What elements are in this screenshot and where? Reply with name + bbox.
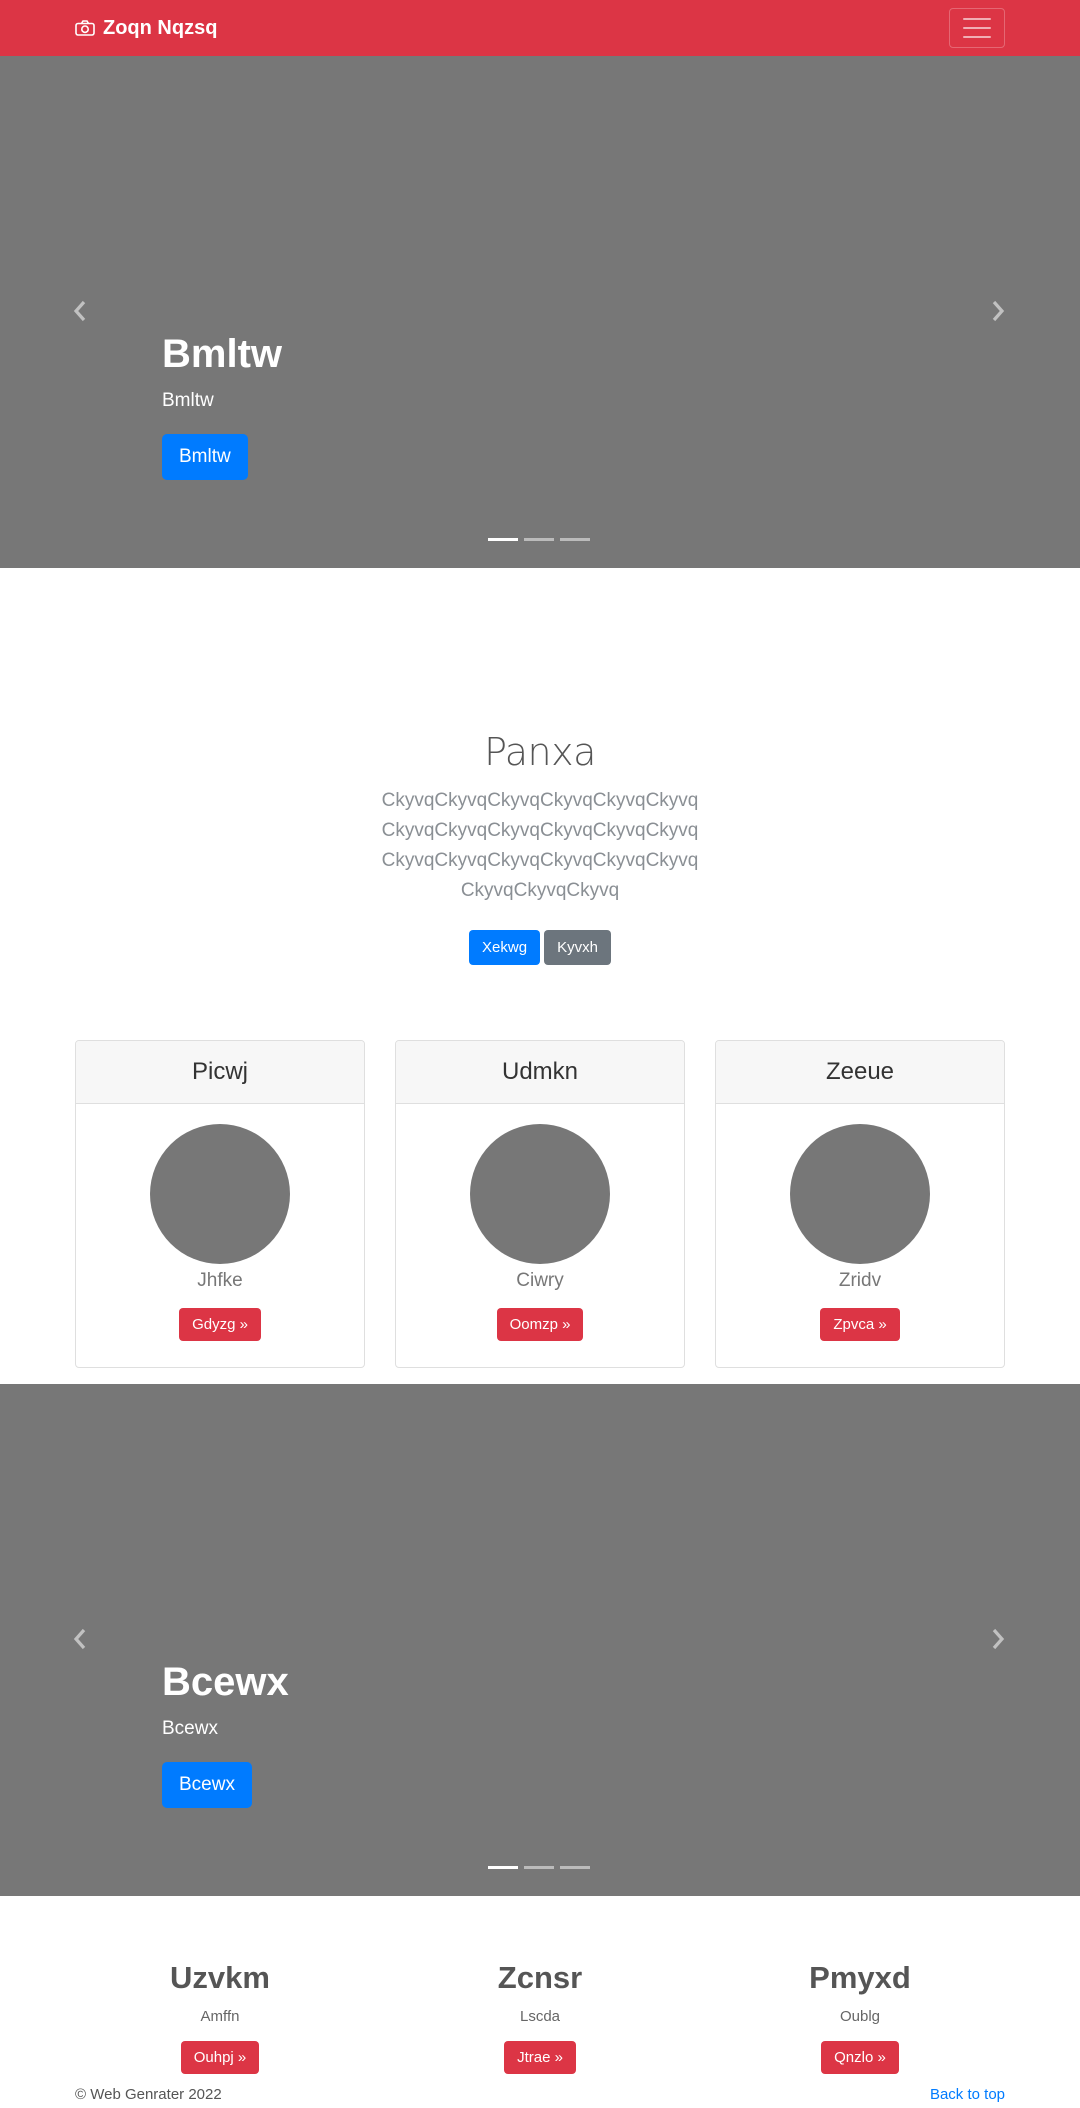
chevron-right-icon <box>992 1628 1005 1650</box>
column-title: Zcnsr <box>497 1960 583 1995</box>
carousel-title: Bmltw <box>162 332 282 376</box>
secondary-button[interactable]: Kyvxh <box>544 930 611 965</box>
carousel-indicator-3[interactable] <box>560 1866 590 1869</box>
feature-column-1: Uzvkm Amffn Ouhpj » <box>70 1960 370 2074</box>
card-header: Zeeue <box>716 1041 1004 1104</box>
card-header: Udmkn <box>396 1041 684 1104</box>
carousel-caption: Bcewx Bcewx Bcewx <box>162 1658 289 1808</box>
hamburger-icon <box>963 18 991 38</box>
carousel-indicator-2[interactable] <box>524 1866 554 1869</box>
card-button[interactable]: Oomzp » <box>496 1308 584 1341</box>
feature-column-3: Pmyxd Oublg Qnzlo » <box>710 1960 1010 2074</box>
card-name: Ciwry <box>516 1270 564 1291</box>
carousel-next-button[interactable] <box>988 1626 1008 1652</box>
card-name: Jhfke <box>197 1270 243 1291</box>
carousel-indicator-1[interactable] <box>488 1866 518 1869</box>
column-title: Uzvkm <box>170 1960 270 1995</box>
chevron-right-icon <box>992 300 1005 322</box>
card-button[interactable]: Gdyzg » <box>179 1308 261 1341</box>
carousel-title: Bcewx <box>162 1660 289 1704</box>
column-text: Lscda <box>519 2008 561 2025</box>
footer-copyright: © Web Genrater 2022 <box>75 2086 222 2103</box>
card-header: Picwj <box>76 1041 364 1104</box>
card-name: Zridv <box>838 1270 882 1291</box>
carousel-indicator-2[interactable] <box>524 538 554 541</box>
back-to-top-link[interactable]: Back to top <box>930 2086 1005 2103</box>
card-button[interactable]: Zpvca » <box>820 1308 900 1341</box>
feature-column-2: Zcnsr Lscda Jtrae » <box>390 1960 690 2074</box>
primary-button[interactable]: Xekwg <box>469 930 541 965</box>
carousel-subtitle: Bcewx <box>162 1718 218 1739</box>
avatar <box>470 1124 610 1264</box>
jumbotron-lead: CkyvqCkyvqCkyvqCkyvqCkyvqCkyvqCkyvqCkyvq… <box>381 790 699 901</box>
column-button[interactable]: Jtrae » <box>504 2041 576 2074</box>
brand-name: Zoqn Nqzsq <box>103 16 218 39</box>
chevron-left-icon <box>73 300 86 322</box>
carousel-cta-button[interactable]: Bmltw <box>162 434 248 480</box>
column-text: Amffn <box>200 2008 240 2025</box>
carousel-indicator-3[interactable] <box>560 538 590 541</box>
carousel-prev-button[interactable] <box>70 298 90 324</box>
carousel-indicators <box>488 1866 590 1869</box>
column-title: Pmyxd <box>809 1960 911 1995</box>
carousel-prev-button[interactable] <box>70 1626 90 1652</box>
avatar <box>150 1124 290 1264</box>
secondary-carousel: Bcewx Bcewx Bcewx <box>0 1384 1080 1896</box>
carousel-subtitle: Bmltw <box>162 390 214 411</box>
hero-carousel: Bmltw Bmltw Bmltw <box>0 56 1080 568</box>
carousel-indicator-1[interactable] <box>488 538 518 541</box>
card-1: Picwj Jhfke Gdyzg » <box>75 1040 365 1368</box>
card-2: Udmkn Ciwry Oomzp » <box>395 1040 685 1368</box>
column-button[interactable]: Ouhpj » <box>180 2041 260 2074</box>
card-3: Zeeue Zridv Zpvca » <box>715 1040 1005 1368</box>
camera-icon <box>75 20 95 36</box>
carousel-next-button[interactable] <box>988 298 1008 324</box>
navbar: Zoqn Nqzsq <box>0 0 1080 56</box>
jumbotron: Panxa CkyvqCkyvqCkyvqCkyvqCkyvqCkyvqCkyv… <box>0 730 1080 965</box>
carousel-indicators <box>488 538 590 541</box>
chevron-left-icon <box>73 1628 86 1650</box>
column-text: Oublg <box>839 2008 881 2025</box>
carousel-cta-button[interactable]: Bcewx <box>162 1762 252 1808</box>
avatar <box>790 1124 930 1264</box>
carousel-caption: Bmltw Bmltw Bmltw <box>162 330 282 480</box>
column-button[interactable]: Qnzlo » <box>821 2041 899 2074</box>
navbar-toggler-button[interactable] <box>949 8 1005 48</box>
brand-link[interactable]: Zoqn Nqzsq <box>75 14 217 42</box>
jumbotron-title: Panxa <box>484 730 596 774</box>
